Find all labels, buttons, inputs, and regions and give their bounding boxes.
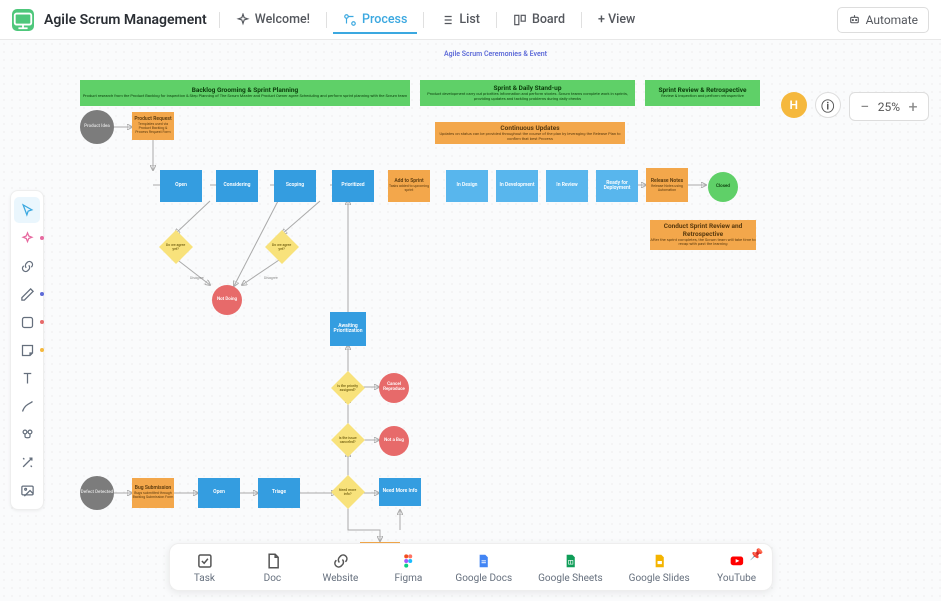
divider: [581, 12, 582, 28]
canvas-header-controls: H ⓘ − 25% +: [781, 92, 929, 121]
pin-icon[interactable]: 📌: [750, 548, 764, 561]
node-closed[interactable]: Closed: [708, 172, 738, 202]
dock-figma[interactable]: Figma: [387, 552, 429, 584]
node-considering[interactable]: Considering: [216, 170, 258, 202]
dock-task[interactable]: Task: [183, 552, 225, 584]
node-open[interactable]: Open: [160, 170, 202, 202]
task-icon: [195, 552, 213, 570]
tool-magic[interactable]: [14, 449, 40, 475]
dock-gdocs[interactable]: Google Docs: [455, 552, 512, 584]
board-icon: [513, 13, 527, 27]
tool-image[interactable]: [14, 477, 40, 503]
link-icon: [331, 552, 349, 570]
dock-gsheets[interactable]: Google Sheets: [538, 552, 603, 584]
node-triage[interactable]: Triage: [258, 478, 300, 508]
node-bug-submission[interactable]: Bug SubmissionBugs submitted through Bac…: [132, 478, 174, 508]
dock-doc[interactable]: Doc: [251, 552, 293, 584]
space-icon: [12, 9, 34, 31]
tool-ai[interactable]: [14, 225, 40, 251]
section-continuous[interactable]: Continuous UpdatesUpdates on status can …: [435, 122, 625, 144]
rn[interactable]: Release NotesRelease Notes using Automat…: [646, 170, 688, 202]
node-bug-open[interactable]: Open: [198, 478, 240, 508]
section-review[interactable]: Sprint Review & RetrospectiveReview & in…: [645, 80, 760, 106]
node-add-to-sprint[interactable]: Add to SprintTasks added to upcoming spr…: [388, 170, 430, 202]
node-prioritized[interactable]: Prioritized: [332, 170, 374, 202]
decision-agree-scope[interactable]: Do we agree yet?: [265, 230, 299, 264]
section-retro[interactable]: Conduct Sprint Review and RetrospectiveA…: [650, 220, 756, 250]
node-cancel[interactable]: Cancel Reproduce: [379, 373, 409, 403]
tab-welcome[interactable]: Welcome!: [226, 6, 320, 33]
node-not-a-bug[interactable]: Not a Bug: [379, 426, 409, 456]
node-in-design[interactable]: In Design: [446, 170, 488, 202]
decision-agree-open[interactable]: Do we agree yet?: [159, 230, 193, 264]
youtube-icon: [728, 552, 746, 570]
tool-text[interactable]: [14, 365, 40, 391]
figma-icon: [399, 552, 417, 570]
insert-dock: 📌 Task Doc Website Figma Google Docs Goo…: [168, 543, 772, 591]
whiteboard-canvas[interactable]: H ⓘ − 25% + Agile Scrum Ceremonies & Eve…: [0, 40, 941, 601]
tool-pen[interactable]: [14, 281, 40, 307]
user-avatar[interactable]: H: [781, 92, 807, 118]
decision-priority[interactable]: Is the priority assigned?: [331, 371, 365, 405]
dock-gslides[interactable]: Google Slides: [629, 552, 690, 584]
node-product-request[interactable]: Product RequestTemplates used via Produc…: [132, 112, 174, 140]
divider: [326, 12, 327, 28]
zoom-out-button[interactable]: −: [858, 97, 872, 116]
divider: [423, 12, 424, 28]
edge-disagree-2: Disagree: [264, 276, 278, 280]
robot-icon: [848, 13, 861, 26]
doc-icon: [263, 552, 281, 570]
tool-connector[interactable]: [14, 253, 40, 279]
zoom-level: 25%: [878, 100, 900, 114]
list-icon: [440, 13, 454, 27]
node-product-idea[interactable]: Product Idea: [80, 110, 114, 144]
tab-board[interactable]: Board: [503, 6, 575, 33]
whiteboard-toolbar: [10, 190, 44, 510]
tool-stamp[interactable]: [14, 421, 40, 447]
top-bar: Agile Scrum Management Welcome! Process …: [0, 0, 941, 40]
gslides-icon: [650, 552, 668, 570]
sparkle-icon: [236, 13, 250, 27]
tool-select[interactable]: [14, 197, 40, 223]
gdocs-icon: [475, 552, 493, 570]
process-icon: [343, 13, 357, 27]
node-awaiting[interactable]: Awaiting Prioritization: [330, 312, 366, 346]
process-diagram: Agile Scrum Ceremonies & Event: [50, 40, 941, 601]
automate-button[interactable]: Automate: [837, 7, 929, 33]
tool-sticky[interactable]: [14, 337, 40, 363]
decision-canceled[interactable]: Is the issue canceled?: [331, 423, 365, 457]
tool-line[interactable]: [14, 393, 40, 419]
node-ready-deploy[interactable]: Ready for Deployment: [596, 170, 638, 202]
node-not-doing[interactable]: Not Doing: [212, 285, 242, 315]
node-scoping[interactable]: Scoping: [274, 170, 316, 202]
tool-shape[interactable]: [14, 309, 40, 335]
node-in-development[interactable]: In Development: [496, 170, 538, 202]
section-backlog[interactable]: Backlog Grooming & Sprint PlanningProduc…: [80, 80, 410, 106]
section-sprint[interactable]: Sprint & Daily Stand-upProduct developme…: [420, 80, 635, 106]
decision-need-info[interactable]: Need more info?: [331, 475, 365, 509]
tab-add-view[interactable]: + View: [588, 6, 645, 33]
node-in-review[interactable]: In Review: [546, 170, 588, 202]
tab-process[interactable]: Process: [333, 6, 417, 33]
gsheets-icon: [561, 552, 579, 570]
divider: [219, 12, 220, 28]
diagram-title: Agile Scrum Ceremonies & Event: [444, 50, 547, 58]
info-button[interactable]: ⓘ: [815, 92, 841, 118]
space-title: Agile Scrum Management: [44, 12, 207, 28]
zoom-control: − 25% +: [849, 92, 929, 121]
edge-disagree-1: Disagree: [190, 276, 204, 280]
node-defect[interactable]: Defect Detected: [80, 476, 114, 510]
node-need-more-info[interactable]: Need More Info: [379, 478, 421, 506]
dock-website[interactable]: Website: [319, 552, 361, 584]
zoom-in-button[interactable]: +: [906, 97, 920, 116]
tab-list[interactable]: List: [430, 6, 490, 33]
divider: [496, 12, 497, 28]
